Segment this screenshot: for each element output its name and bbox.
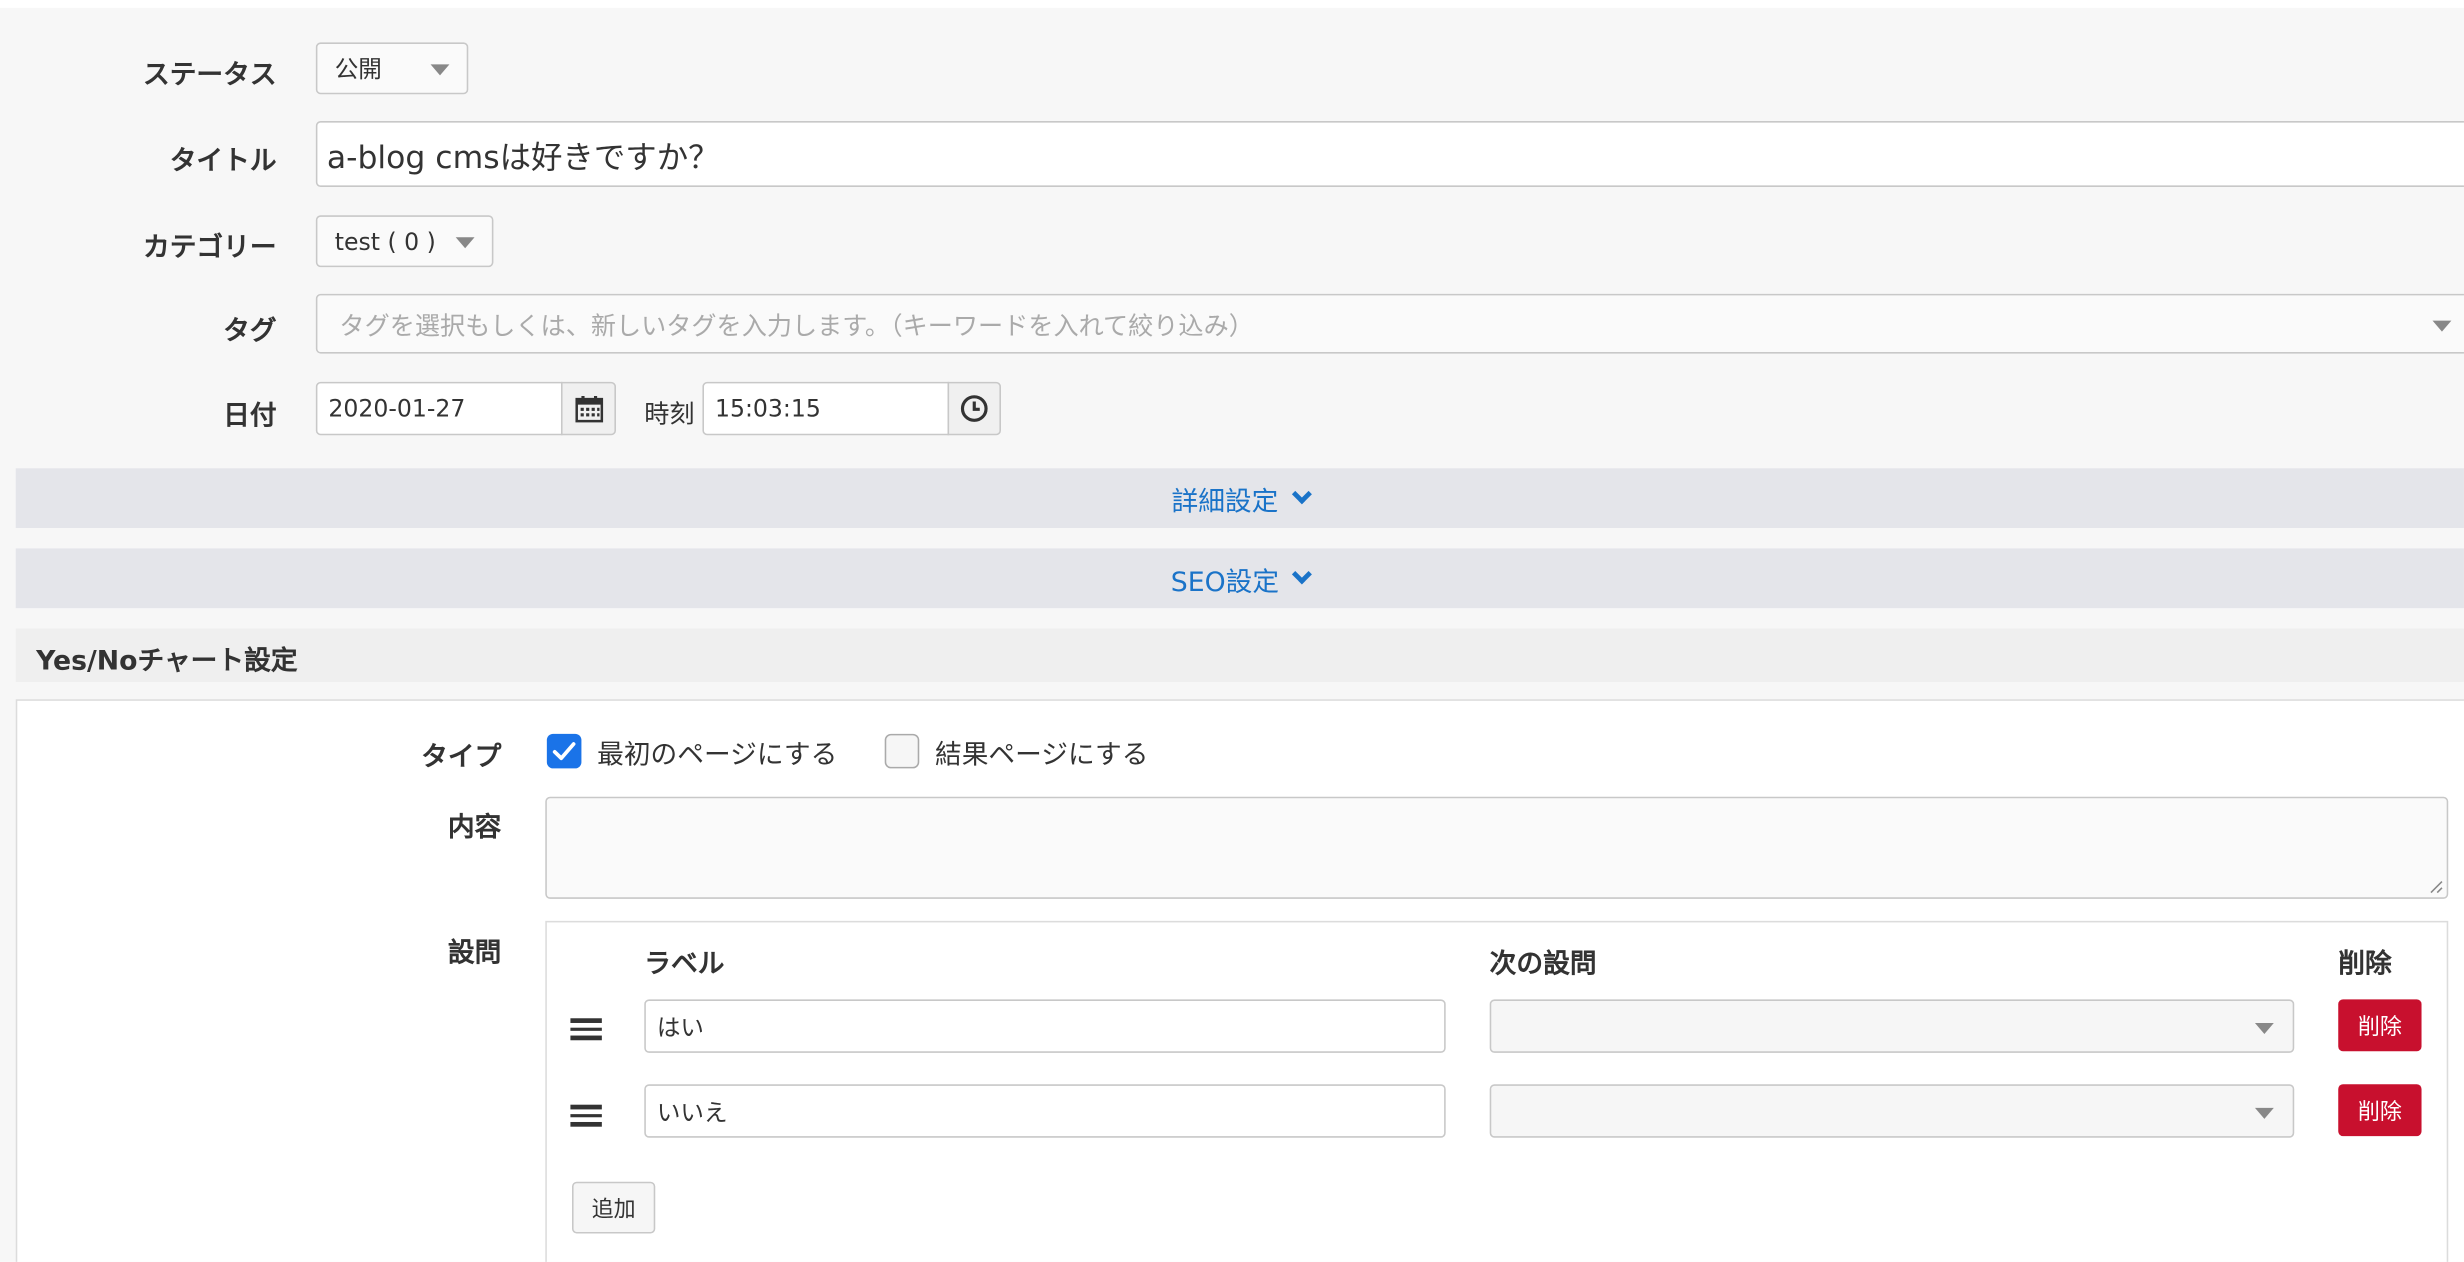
tag-select[interactable]: タグを選択もしくは、新しいタグを入力します。（キーワードを入れて絞り込み）	[315, 293, 2464, 354]
content-textarea[interactable]	[545, 796, 2449, 899]
delete-button[interactable]: 削除	[2338, 1084, 2422, 1137]
question-label-value: はい	[656, 1012, 705, 1042]
drag-handle-icon[interactable]	[570, 1018, 602, 1040]
top-strip	[0, 0, 2464, 8]
label-column-header: ラベル	[644, 949, 725, 981]
first-page-checkbox[interactable]	[546, 733, 582, 769]
question-label-input[interactable]: いいえ	[644, 1084, 1446, 1138]
result-page-label: 結果ページにする	[934, 740, 1149, 772]
next-question-select[interactable]	[1489, 999, 2295, 1053]
resize-handle-icon[interactable]	[2428, 878, 2444, 894]
category-value: test ( 0 )	[334, 227, 436, 256]
category-select[interactable]: test ( 0 )	[315, 215, 494, 268]
result-page-checkbox[interactable]	[884, 733, 920, 769]
chevron-down-icon	[1291, 483, 1312, 504]
next-column-header: 次の設問	[1489, 949, 1597, 981]
clock-icon	[960, 395, 988, 422]
tag-placeholder: タグを選択もしくは、新しいタグを入力します。（キーワードを入れて絞り込み）	[339, 311, 1254, 341]
add-question-button[interactable]: 追加	[571, 1181, 656, 1234]
question-label-value: いいえ	[656, 1097, 728, 1126]
title-value: a-blog cmsは好きですか？	[326, 137, 720, 176]
chevron-down-icon	[1291, 563, 1312, 584]
content-label: 内容	[447, 812, 502, 844]
detail-settings-label: 詳細設定	[1171, 486, 1279, 518]
status-value: 公開	[334, 54, 382, 84]
status-select[interactable]: 公開	[315, 42, 469, 95]
yesno-section-title: Yes/Noチャート設定	[36, 645, 298, 678]
drag-handle-icon[interactable]	[570, 1104, 602, 1127]
time-label: 時刻	[644, 399, 695, 429]
calendar-icon	[574, 395, 603, 422]
chevron-down-icon	[2254, 1022, 2274, 1034]
first-page-label: 最初のページにする	[597, 740, 838, 772]
chevron-down-icon	[2432, 320, 2452, 332]
date-value: 2020-01-27	[328, 394, 466, 423]
chevron-down-icon	[430, 64, 450, 76]
time-input[interactable]: 15:03:15	[702, 381, 950, 436]
date-input[interactable]: 2020-01-27	[315, 381, 563, 436]
status-label: ステータス	[142, 59, 277, 92]
yesno-section-header	[15, 628, 2464, 682]
seo-settings-label: SEO設定	[1170, 566, 1280, 598]
checkmark-icon	[552, 742, 576, 761]
tag-label: タグ	[223, 315, 277, 348]
entry-edit-page: ステータス 公開 タイトル a-blog cmsは好きですか？ カテゴリー te…	[0, 0, 2464, 1262]
time-value: 15:03:15	[714, 394, 821, 423]
delete-button[interactable]: 削除	[2338, 999, 2422, 1052]
questions-label: 設問	[447, 938, 502, 970]
clock-button[interactable]	[947, 381, 1001, 436]
title-label: タイトル	[169, 146, 277, 178]
chevron-down-icon	[455, 237, 475, 249]
next-question-select[interactable]	[1489, 1084, 2295, 1138]
date-label: 日付	[223, 400, 277, 433]
category-label: カテゴリー	[142, 232, 277, 264]
chevron-down-icon	[2254, 1107, 2274, 1119]
type-label: タイプ	[421, 741, 502, 774]
delete-column-header: 削除	[2338, 949, 2392, 981]
detail-settings-toggle[interactable]: 詳細設定	[15, 468, 2464, 528]
calendar-button[interactable]	[560, 381, 616, 436]
title-input[interactable]: a-blog cmsは好きですか？	[315, 120, 2464, 187]
question-label-input[interactable]: はい	[644, 999, 1446, 1053]
seo-settings-toggle[interactable]: SEO設定	[15, 548, 2464, 609]
